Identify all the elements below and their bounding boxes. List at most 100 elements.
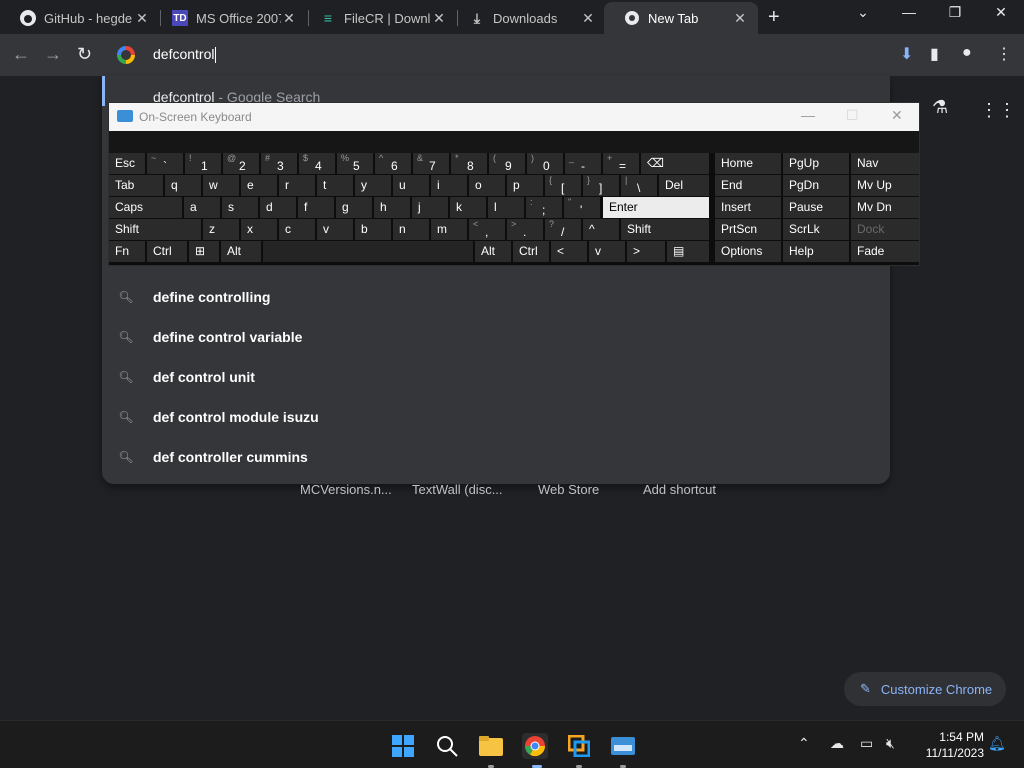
new-tab-button[interactable]: +	[768, 6, 780, 29]
suggestion-item[interactable]: 🔍︎ define controlling	[118, 287, 270, 307]
tab-github[interactable]: GitHub - hegde ✕	[0, 2, 160, 34]
osk-key[interactable]: Mv Up	[851, 175, 919, 196]
osk-taskbar-icon[interactable]	[610, 733, 636, 759]
tab-downloads[interactable]: ⤓ Downloads ✕	[449, 2, 606, 34]
osk-key[interactable]: Alt	[475, 241, 511, 262]
osk-key[interactable]: Esc	[109, 153, 145, 174]
osk-key[interactable]: @2	[223, 153, 259, 174]
tab-filecr[interactable]: ≡ FileCR | Downlo ✕	[300, 2, 457, 34]
osk-key[interactable]: | \	[621, 175, 657, 196]
osk-close-button[interactable]: ✕	[891, 107, 903, 124]
osk-key[interactable]: v	[317, 219, 353, 240]
osk-key[interactable]: i	[431, 175, 467, 196]
omnibox[interactable]	[102, 36, 890, 76]
suggestion-item[interactable]: 🔍︎ def control module isuzu	[118, 407, 318, 427]
osk-key[interactable]: >.	[507, 219, 543, 240]
osk-key[interactable]: >	[627, 241, 665, 262]
osk-key[interactable]: Alt	[221, 241, 261, 262]
shortcut-textwall[interactable]: TextWall (disc...	[412, 482, 503, 497]
forward-icon[interactable]: →	[44, 44, 62, 65]
osk-key[interactable]: $4	[299, 153, 335, 174]
osk-key[interactable]: ⌫	[641, 153, 709, 174]
osk-key[interactable]: v	[589, 241, 625, 262]
osk-key[interactable]: z	[203, 219, 239, 240]
osk-key[interactable]: * 8	[451, 153, 487, 174]
osk-key[interactable]: q	[165, 175, 201, 196]
chrome-icon[interactable]	[522, 733, 548, 759]
omnibox-input[interactable]: defcontrol	[153, 46, 217, 64]
osk-key[interactable]: End	[715, 175, 781, 196]
back-icon[interactable]: ←	[12, 44, 30, 65]
osk-key[interactable]: }]	[583, 175, 619, 196]
osk-key[interactable]: ▤	[667, 241, 709, 262]
osk-key[interactable]: x	[241, 219, 277, 240]
windows-start-icon[interactable]	[390, 733, 416, 759]
reload-icon[interactable]: ↻	[77, 44, 92, 65]
osk-key[interactable]: Help	[783, 241, 849, 262]
notification-icon[interactable]: 🔔︎	[988, 735, 1006, 752]
osk-key[interactable]: g	[336, 197, 372, 218]
apps-icon[interactable]: ⋮⋮	[980, 100, 1016, 121]
osk-key[interactable]: % 5	[337, 153, 373, 174]
suggestion-item[interactable]: 🔍︎ define control variable	[118, 327, 302, 347]
osk-maximize-button[interactable]: ☐	[846, 107, 859, 124]
osk-key[interactable]: PgUp	[783, 153, 849, 174]
osk-key[interactable]: Shift	[109, 219, 201, 240]
osk-key[interactable]: {[	[545, 175, 581, 196]
shortcut-web-store[interactable]: Web Store	[538, 482, 599, 497]
file-explorer-icon[interactable]	[478, 733, 504, 759]
osk-key[interactable]: h	[374, 197, 410, 218]
osk-key[interactable]: Fade	[851, 241, 919, 262]
osk-key[interactable]: ~ `	[147, 153, 183, 174]
osk-key[interactable]: s	[222, 197, 258, 218]
osk-key[interactable]: :;	[526, 197, 562, 218]
osk-key[interactable]: l	[488, 197, 524, 218]
tab-new-tab[interactable]: New Tab ✕	[604, 2, 758, 34]
osk-key[interactable]: ? /	[545, 219, 581, 240]
osk-key[interactable]: c	[279, 219, 315, 240]
osk-key[interactable]: b	[355, 219, 391, 240]
osk-key[interactable]: j	[412, 197, 448, 218]
osk-key[interactable]: Ctrl	[513, 241, 549, 262]
side-panel-icon[interactable]: ▮	[930, 44, 939, 64]
osk-key[interactable]: ScrLk	[783, 219, 849, 240]
osk-key[interactable]: + =	[603, 153, 639, 174]
shortcut-mcversions[interactable]: MCVersions.n...	[300, 482, 392, 497]
osk-key[interactable]: (9	[489, 153, 525, 174]
close-icon[interactable]: ✕	[134, 10, 150, 27]
add-shortcut-button[interactable]: Add shortcut	[643, 482, 716, 497]
app-icon[interactable]	[566, 733, 592, 759]
clock[interactable]: 1:54 PM 11/11/2023	[912, 729, 984, 761]
osk-key[interactable]: k	[450, 197, 486, 218]
network-icon[interactable]: ▭	[860, 735, 873, 752]
osk-minimize-button[interactable]: —	[801, 107, 815, 123]
close-icon[interactable]: ✕	[431, 10, 447, 27]
osk-key[interactable]: #3	[261, 153, 297, 174]
osk-key[interactable]: Del	[659, 175, 709, 196]
osk-key[interactable]: Fn	[109, 241, 145, 262]
osk-key[interactable]: Insert	[715, 197, 781, 218]
labs-icon[interactable]: ⚗	[932, 97, 948, 118]
osk-key[interactable]: Ctrl	[147, 241, 187, 262]
osk-key[interactable]: e	[241, 175, 277, 196]
osk-key[interactable]: Dock	[851, 219, 919, 240]
osk-key[interactable]: f	[298, 197, 334, 218]
osk-key[interactable]: PrtScn	[715, 219, 781, 240]
tab-ms-office[interactable]: TD MS Office 2007 ✕	[152, 2, 307, 34]
osk-key[interactable]: Tab	[109, 175, 163, 196]
profile-icon[interactable]: ●	[962, 44, 972, 62]
osk-key[interactable]: ) 0	[527, 153, 563, 174]
osk-key[interactable]: y	[355, 175, 391, 196]
osk-key[interactable]: ⊞	[189, 241, 219, 262]
suggestion-item[interactable]: 🔍︎ def control unit	[118, 367, 255, 387]
osk-key[interactable]: Shift	[621, 219, 709, 240]
osk-key[interactable]: p	[507, 175, 543, 196]
customize-chrome-button[interactable]: ✎ Customize Chrome	[844, 672, 1006, 706]
osk-key[interactable]: Options	[715, 241, 781, 262]
close-icon[interactable]: ✕	[732, 10, 748, 27]
osk-key[interactable]: _ -	[565, 153, 601, 174]
osk-key[interactable]: Caps	[109, 197, 182, 218]
osk-key[interactable]: w	[203, 175, 239, 196]
chevron-up-icon[interactable]: ⌃	[798, 735, 810, 752]
osk-key[interactable]: Home	[715, 153, 781, 174]
